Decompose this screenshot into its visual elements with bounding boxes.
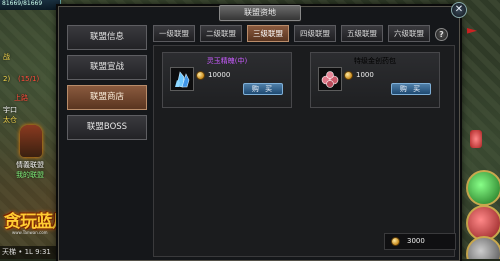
bottom-status-bar: 天梯 • 1L 9:31: [0, 246, 62, 259]
npc-guild-subtitle: 我的联盟: [16, 171, 44, 179]
nav-label: 联盟信息: [89, 32, 124, 42]
side-label: 太仓: [3, 116, 17, 124]
close-button[interactable]: ✕: [451, 2, 467, 18]
item-price: 1000: [356, 71, 374, 79]
gold-coin-icon: [344, 71, 353, 80]
tab-level-2[interactable]: 二级联盟: [200, 25, 242, 42]
tab-label: 一级联盟: [159, 29, 189, 38]
level-tabs: 一级联盟 二级联盟 三级联盟 四级联盟 五级联盟 六级联盟: [153, 25, 453, 43]
tab-level-1[interactable]: 一级联盟: [153, 25, 195, 42]
shop-item-card: 特级金创药包 1000 购 买: [310, 52, 440, 108]
nav-label: 联盟BOSS: [86, 122, 128, 132]
side-label: 上路: [14, 94, 28, 102]
shop-item-card: 灵玉精魄(中) 10000 购 买: [162, 52, 292, 108]
lantern-icon: [470, 130, 482, 148]
skill-orb-button[interactable]: [466, 170, 500, 206]
help-button[interactable]: ?: [435, 28, 448, 41]
npc-character-sprite[interactable]: [20, 125, 42, 157]
potion-pack-icon: [321, 71, 339, 88]
dialog-title: 联盟资地: [244, 8, 276, 17]
tab-label: 六级联盟: [394, 29, 424, 38]
nav-alliance-info[interactable]: 联盟信息: [67, 25, 147, 50]
item-price: 10000: [208, 71, 231, 79]
player-hp-text: 81669/81669: [2, 0, 43, 7]
game-logo-url: www.Tanwan.com: [12, 230, 48, 235]
gold-coin-icon: [196, 71, 205, 80]
tab-label: 四级联盟: [300, 29, 330, 38]
currency-balance: 3000: [384, 233, 456, 250]
item-name: 灵玉精魄(中): [206, 57, 248, 65]
gold-coin-icon: [391, 237, 400, 246]
close-icon: ✕: [454, 4, 464, 15]
nav-label: 联盟宣战: [89, 62, 124, 72]
item-name: 特级金创药包: [354, 57, 396, 65]
tab-label: 五级联盟: [347, 29, 377, 38]
tab-label: 三级联盟: [253, 29, 283, 38]
buy-button[interactable]: 购 买: [243, 83, 283, 95]
nav-alliance-boss[interactable]: 联盟BOSS: [67, 115, 147, 140]
side-label: 宇口: [3, 106, 17, 114]
player-hp-bar: 81669/81669: [0, 0, 61, 10]
tab-level-4[interactable]: 四级联盟: [294, 25, 336, 42]
item-slot[interactable]: [170, 67, 194, 91]
balance-value: 3000: [407, 237, 425, 245]
help-icon: ?: [439, 30, 444, 39]
buy-button[interactable]: 购 买: [391, 83, 431, 95]
side-label: 战: [3, 53, 10, 61]
tab-level-6[interactable]: 六级联盟: [388, 25, 430, 42]
dialog-title-bar: 联盟资地: [219, 5, 301, 21]
buy-label: 购 买: [251, 85, 275, 93]
tab-level-5[interactable]: 五级联盟: [341, 25, 383, 42]
nav-label: 联盟商店: [89, 92, 124, 102]
tab-level-3[interactable]: 三级联盟: [247, 25, 289, 42]
side-label: (15/1): [18, 75, 40, 83]
nav-alliance-war[interactable]: 联盟宣战: [67, 55, 147, 80]
npc-guild-name: 情義联盟: [16, 161, 44, 169]
buy-label: 购 买: [399, 85, 423, 93]
flag-icon: [467, 28, 477, 34]
item-slot[interactable]: [318, 67, 342, 91]
tab-label: 二级联盟: [206, 29, 236, 38]
alliance-dialog: 联盟资地 联盟信息 联盟宣战 联盟商店 联盟BOSS 一级联盟 二级联盟 三级联…: [58, 5, 460, 261]
shop-content: 灵玉精魄(中) 10000 购 买 特级金创药包 1000 购 买: [153, 45, 455, 257]
side-label: 2): [3, 75, 11, 83]
nav-alliance-shop[interactable]: 联盟商店: [67, 85, 147, 110]
blue-crystal-icon: [175, 71, 190, 88]
